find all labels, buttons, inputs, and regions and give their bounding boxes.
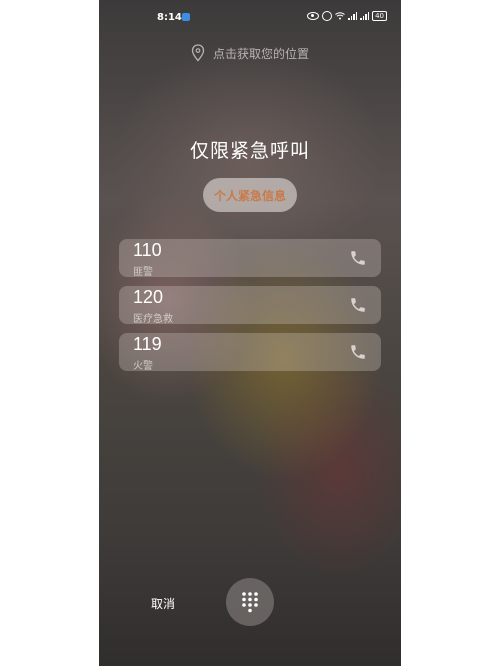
emergency-call-screen: 8:14 40 点击获取您的位置 仅限紧急呼叫 个人紧急信息 110 匪警 12…: [99, 0, 401, 666]
signal-icon: [360, 12, 370, 20]
emergency-label: 匪警: [133, 267, 153, 278]
page-title: 仅限紧急呼叫: [189, 140, 310, 162]
phone-icon[interactable]: [349, 249, 367, 267]
eye-icon: [307, 12, 320, 20]
cancel-button[interactable]: 取消: [151, 595, 175, 612]
dialpad-icon: [242, 592, 258, 613]
emergency-number: 110: [133, 240, 162, 260]
status-icons: 40: [307, 11, 387, 21]
emergency-number: 119: [133, 334, 162, 354]
phone-icon[interactable]: [349, 343, 367, 361]
emergency-number: 120: [133, 287, 164, 307]
emergency-label: 火警: [133, 361, 153, 372]
alarm-icon: [322, 11, 333, 21]
phone-icon[interactable]: [349, 296, 367, 314]
shield-icon: [182, 13, 190, 21]
wifi-icon: [335, 12, 345, 20]
battery-icon: 40: [372, 11, 387, 21]
emergency-number-card-110[interactable]: 110 匪警: [119, 239, 381, 278]
location-row[interactable]: 点击获取您的位置: [99, 44, 401, 62]
status-bar: 8:14 40: [99, 0, 401, 36]
emergency-label: 医疗急救: [133, 314, 173, 325]
location-text: 点击获取您的位置: [212, 46, 309, 61]
location-pin-icon: [191, 44, 205, 62]
emergency-number-card-120[interactable]: 120 医疗急救: [119, 286, 381, 325]
personal-emergency-info-button[interactable]: 个人紧急信息: [203, 178, 297, 212]
emergency-number-card-119[interactable]: 119 火警: [119, 333, 381, 372]
signal-icon: [348, 12, 358, 20]
status-time: 8:14: [157, 12, 182, 23]
dialpad-button[interactable]: [226, 578, 274, 626]
